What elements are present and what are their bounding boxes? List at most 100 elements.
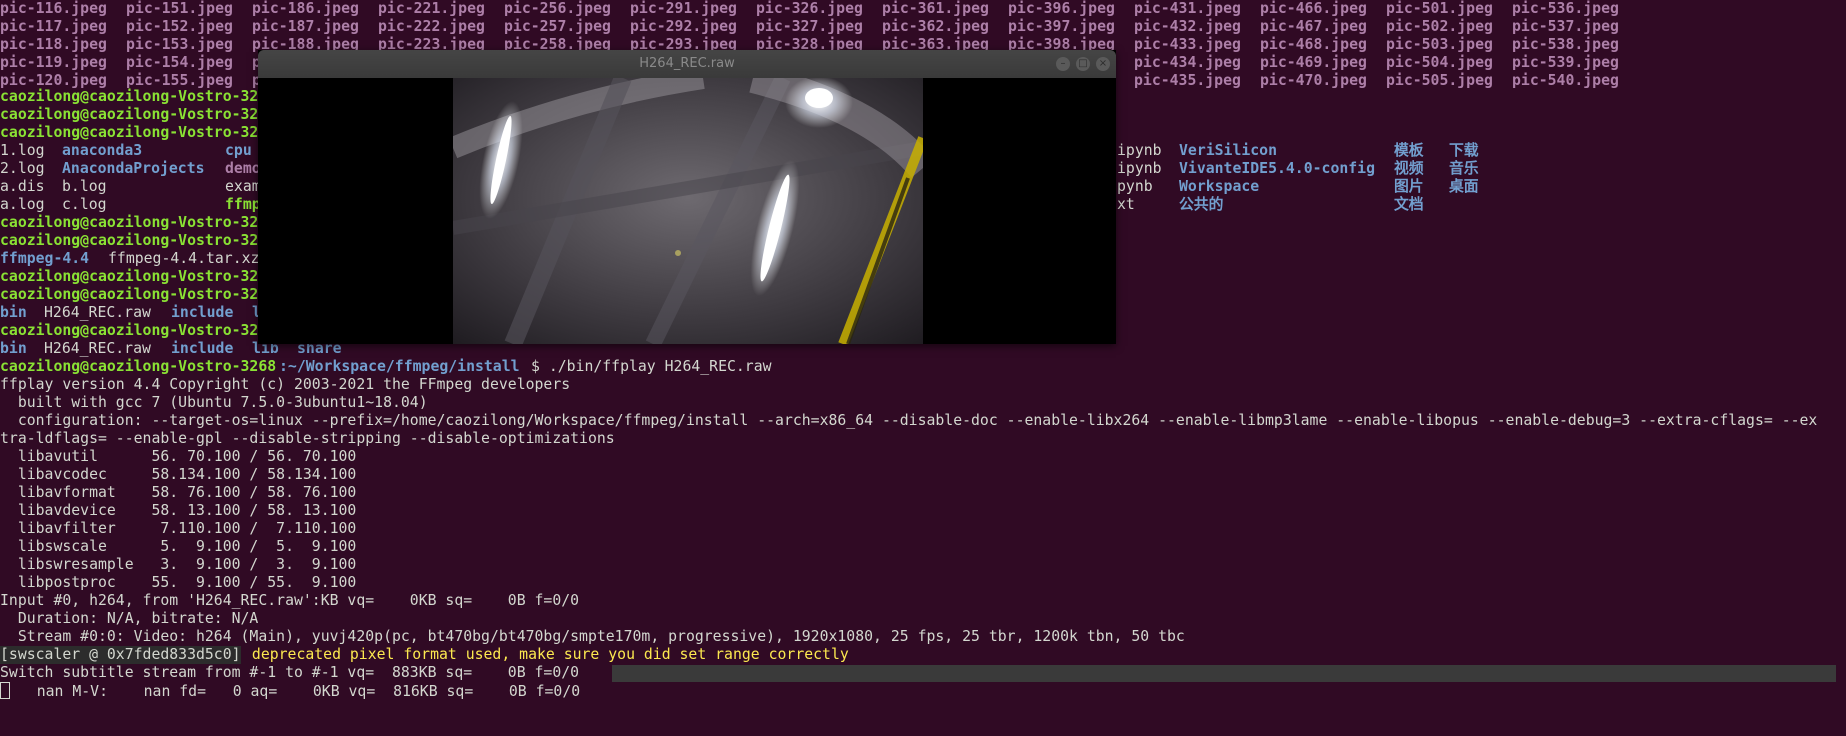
dir-workspace: Workspace: [1179, 178, 1260, 195]
dir-documents: 文档: [1394, 196, 1424, 213]
image-file-entry: pic-396.jpeg: [1008, 0, 1115, 17]
image-file-entry: pic-504.jpeg: [1386, 54, 1493, 71]
prompt-user: caozilong@caozilong-Vostro-32: [0, 106, 259, 123]
output-line: Input #0, h264, from 'H264_REC.raw':KB v…: [0, 592, 580, 609]
dir-include: include: [171, 304, 234, 321]
file-h264-rec-raw: H264_REC.raw: [44, 340, 151, 357]
image-file-entry: pic-152.jpeg: [126, 18, 233, 35]
file-ipynb-1: ipynb: [1117, 142, 1162, 159]
output-line: tra-ldflags= --enable-gpl --disable-stri…: [0, 430, 615, 447]
dir-public: 公共的: [1179, 196, 1224, 213]
dir-cpu: cpu: [225, 142, 252, 159]
image-file-entry: pic-362.jpeg: [882, 18, 989, 35]
image-file-entry: pic-536.jpeg: [1512, 0, 1619, 17]
output-line: libswresample 3. 9.100 / 3. 9.100: [0, 556, 357, 573]
prompt-user: caozilong@caozilong-Vostro-32: [0, 214, 259, 231]
output-line: Duration: N/A, bitrate: N/A: [0, 610, 259, 627]
image-file-entry: pic-539.jpeg: [1512, 54, 1619, 71]
image-file-entry: pic-119.jpeg: [0, 54, 107, 71]
dir-anaconda3: anaconda3: [62, 142, 143, 159]
file-ffmp: ffmp: [225, 196, 261, 213]
image-file-entry: pic-468.jpeg: [1260, 36, 1367, 53]
swscaler-warning-line: [swscaler @ 0x7fded833d5c0] deprecated p…: [0, 646, 849, 664]
image-file-entry: pic-117.jpeg: [0, 18, 107, 35]
minimize-button[interactable]: –: [1056, 57, 1070, 71]
prompt-user: caozilong@caozilong-Vostro-32: [0, 88, 259, 105]
image-file-entry: pic-502.jpeg: [1386, 18, 1493, 35]
window-title: H264_REC.raw: [639, 56, 735, 71]
ls-install-row-truncated: bin H264_REC.raw include l: [0, 304, 261, 322]
ffplay-window[interactable]: H264_REC.raw – □ ×: [258, 50, 1116, 344]
image-file-entry: pic-187.jpeg: [252, 18, 359, 35]
video-frame-image: [453, 78, 923, 344]
image-file-entry: pic-433.jpeg: [1134, 36, 1241, 53]
image-file-entry: pic-153.jpeg: [126, 36, 233, 53]
status-line-2: nan M-V: nan fd= 0 aq= 0KB vq= 816KB sq=…: [0, 682, 580, 700]
window-titlebar[interactable]: H264_REC.raw – □ ×: [258, 50, 1116, 78]
image-file-entry: pic-327.jpeg: [756, 18, 863, 35]
image-file-entry: pic-222.jpeg: [378, 18, 485, 35]
ls-install-row: bin H264_REC.raw include lib share: [0, 340, 342, 358]
prompt-path: :~/Workspace/ffmpeg/install: [279, 358, 520, 375]
image-file-entry: pic-431.jpeg: [1134, 0, 1241, 17]
image-file-entry: pic-116.jpeg: [0, 0, 107, 17]
dir-videos: 视频: [1394, 160, 1424, 177]
video-frame[interactable]: [453, 78, 923, 344]
file-ipynb-2: ipynb: [1117, 160, 1162, 177]
status-line-1: Switch subtitle stream from #-1 to #-1 v…: [0, 664, 579, 682]
ls-row-2: 2.log AnacondaProjects demo ipynb Vivant…: [0, 160, 1479, 178]
dir-ffmpeg-4-4: ffmpeg-4.4: [0, 250, 90, 267]
image-file-entry: pic-537.jpeg: [1512, 18, 1619, 35]
prompt-user: caozilong@caozilong-Vostro-32: [0, 322, 259, 339]
image-file-entry: pic-467.jpeg: [1260, 18, 1367, 35]
image-file-entry: pic-361.jpeg: [882, 0, 989, 17]
output-line: Stream #0:0: Video: h264 (Main), yuvj420…: [0, 628, 1185, 645]
command-text: $ ./bin/ffplay H264_REC.raw: [531, 358, 772, 375]
image-file-entry: pic-326.jpeg: [756, 0, 863, 17]
file-2-log: 2.log: [0, 160, 45, 177]
close-button[interactable]: ×: [1096, 57, 1110, 71]
dir-downloads: 下载: [1449, 142, 1479, 159]
maximize-button[interactable]: □: [1076, 57, 1090, 71]
prompt-user: caozilong@caozilong-Vostro-32: [0, 286, 259, 303]
ls-row-4: a.log c.log ffmp xt 公共的 文档: [0, 196, 1424, 214]
command-line: caozilong@caozilong-Vostro-3268:~/Worksp…: [0, 358, 772, 376]
image-file-entry: pic-154.jpeg: [126, 54, 233, 71]
image-file-entry: pic-256.jpeg: [504, 0, 611, 17]
prompt-user: caozilong@caozilong-Vostro-3268: [0, 358, 277, 375]
dir-pictures: 图片: [1394, 178, 1424, 195]
file-ffmpeg-tar: ffmpeg-4.4.tar.xz: [108, 250, 260, 267]
status-text-2: nan M-V: nan fd= 0 aq= 0KB vq= 816KB sq=…: [10, 683, 581, 700]
dir-templates: 模板: [1394, 142, 1424, 159]
prompt-user: caozilong@caozilong-Vostro-32: [0, 124, 259, 141]
file-a-log: a.log: [0, 196, 45, 213]
file-c-log: c.log: [62, 196, 107, 213]
ls-row-3: a.dis b.log exam pynb Workspace 图片 桌面: [0, 178, 1479, 196]
image-file-entry: pic-435.jpeg: [1134, 72, 1241, 89]
output-line: libpostproc 55. 9.100 / 55. 9.100: [0, 574, 357, 591]
image-file-entry: pic-292.jpeg: [630, 18, 737, 35]
output-line: libavformat 58. 76.100 / 58. 76.100: [0, 484, 357, 501]
file-pynb: pynb: [1117, 178, 1153, 195]
dir-bin: bin: [0, 304, 27, 321]
dir-desktop: 桌面: [1449, 178, 1479, 195]
ls-ffmpeg-row: ffmpeg-4.4 ffmpeg-4.4.tar.xz: [0, 250, 259, 268]
output-line: ffplay version 4.4 Copyright (c) 2003-20…: [0, 376, 571, 393]
image-file-entry: pic-466.jpeg: [1260, 0, 1367, 17]
dir-include: include: [171, 340, 234, 357]
file-demo: demo: [225, 160, 261, 177]
file-exam: exam: [225, 178, 261, 195]
output-line: libavutil 56. 70.100 / 56. 70.100: [0, 448, 357, 465]
output-line: libavcodec 58.134.100 / 58.134.100: [0, 466, 357, 483]
output-line: libavfilter 7.110.100 / 7.110.100: [0, 520, 357, 537]
output-line: built with gcc 7 (Ubuntu 7.5.0-3ubuntu1~…: [0, 394, 428, 411]
dir-music: 音乐: [1449, 160, 1479, 177]
image-file-entry: pic-469.jpeg: [1260, 54, 1367, 71]
dir-vivanteide: VivanteIDE5.4.0-config: [1179, 160, 1375, 177]
file-xt: xt: [1117, 196, 1135, 213]
image-file-entry: pic-291.jpeg: [630, 0, 737, 17]
file-1-log: 1.log: [0, 142, 45, 159]
image-file-entry: pic-397.jpeg: [1008, 18, 1115, 35]
image-file-entry: pic-501.jpeg: [1386, 0, 1493, 17]
image-file-entry: pic-432.jpeg: [1134, 18, 1241, 35]
